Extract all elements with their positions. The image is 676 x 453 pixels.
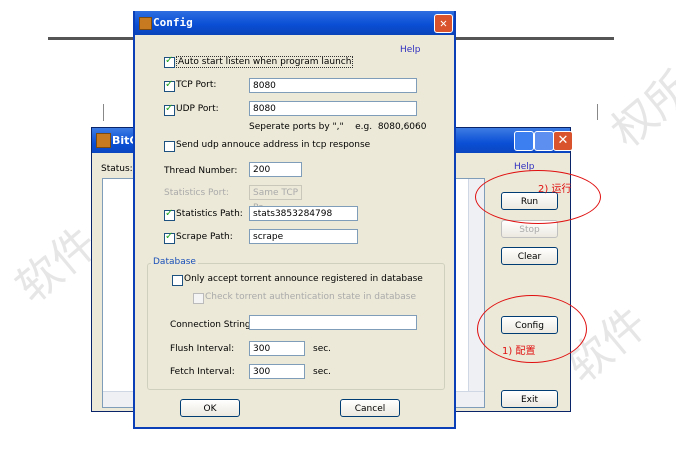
cancel-button[interactable]: Cancel [340,399,400,417]
tcp-port-input[interactable]: 8080 [249,78,417,93]
minimize-icon[interactable] [514,131,534,151]
scrape-path-checkbox[interactable] [164,231,175,244]
clear-button[interactable]: Clear [501,247,558,265]
auto-start-checkbox[interactable] [164,55,175,68]
fetch-interval-unit: sec. [313,367,332,377]
config-dialog: Config ✕ Help Auto start listen when pro… [133,11,456,429]
statistics-port-input[interactable]: Same TCP Po [249,185,302,213]
database-group-label: Database [151,257,198,267]
close-icon[interactable]: ✕ [434,14,453,33]
status-label: Status: [101,164,133,174]
connection-string-input[interactable] [249,315,417,330]
tcp-port-checkbox[interactable] [164,79,175,92]
udp-port-label: UDP Port: [176,104,219,114]
config-dialog-title: Config [153,16,193,29]
app-icon [139,17,152,30]
scrape-path-input[interactable]: scrape [249,229,358,244]
fetch-interval-label: Fetch Interval: [170,367,235,377]
statistics-path-checkbox[interactable] [164,208,175,221]
statistics-path-input[interactable]: stats3853284798 [249,206,358,221]
udp-port-checkbox[interactable] [164,103,175,116]
divider-corner [597,104,598,120]
exit-button[interactable]: Exit [501,390,558,408]
only-registered-checkbox[interactable] [172,275,183,286]
config-annotation: 1) 配置 [502,346,536,357]
flush-interval-label: Flush Interval: [170,344,235,354]
app-icon [96,133,111,148]
divider-corner [103,104,104,121]
udp-port-input[interactable]: 8080 [249,101,417,116]
check-auth-checkbox[interactable] [193,293,204,304]
fetch-interval-input[interactable]: 300 [249,364,305,379]
thread-number-input[interactable]: 200 [249,162,302,177]
scrape-path-label: Scrape Path: [176,232,233,242]
ok-button[interactable]: OK [180,399,240,417]
maximize-icon[interactable] [534,131,554,151]
send-udp-checkbox[interactable] [164,141,175,152]
close-icon[interactable]: ✕ [553,131,573,151]
auto-start-label: Auto start listen when program launch [176,56,354,68]
flush-interval-input[interactable]: 300 [249,341,305,356]
help-link[interactable]: Help [400,45,421,55]
statistics-port-label: Statistics Port: [164,188,229,198]
run-annotation: 2) 运行 [538,184,572,195]
only-registered-label: Only accept torrent announce registered … [184,274,423,284]
connection-string-label: Connection String: [170,320,254,330]
tcp-port-label: TCP Port: [176,80,217,90]
vertical-scrollbar[interactable] [468,179,484,407]
thread-number-label: Thread Number: [164,166,238,176]
config-dialog-titlebar[interactable]: Config ✕ [135,11,454,35]
send-udp-label: Send udp annouce address in tcp response [176,140,371,150]
watermark-text: 权所有 [601,33,676,158]
check-auth-label: Check torrent authentication state in da… [205,292,416,302]
ports-hint: Seperate ports by "," e.g. 8080,6060 [249,122,427,132]
statistics-path-label: Statistics Path: [176,209,243,219]
run-highlight-ellipse [475,170,601,224]
flush-interval-unit: sec. [313,344,332,354]
